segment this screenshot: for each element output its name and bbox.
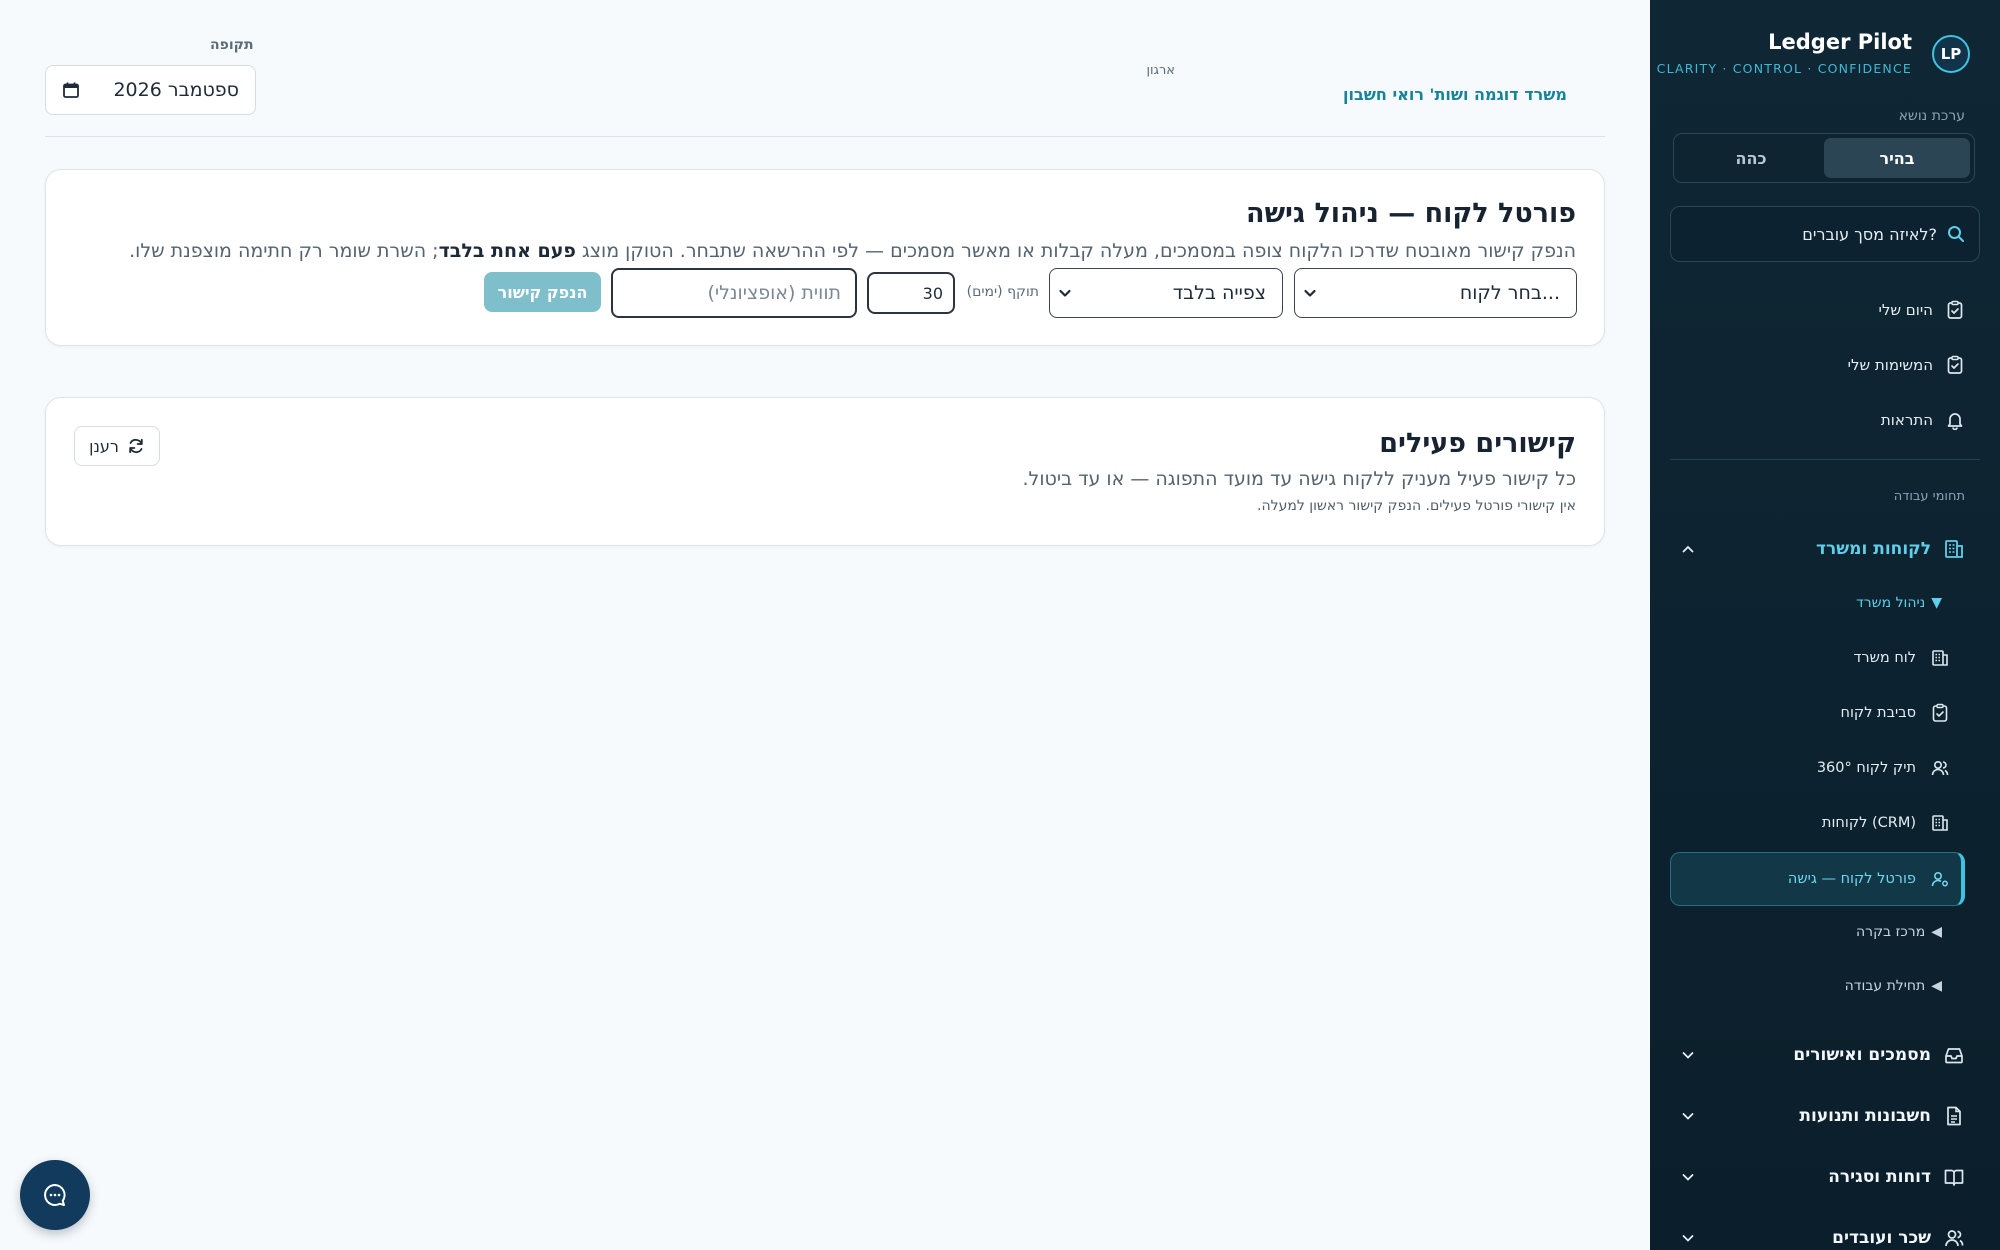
chevron-up-icon <box>1680 541 1696 557</box>
active-links-empty-state: אין קישורי פורטל פעילים. הנפק קישור ראשו… <box>1257 498 1576 514</box>
period-label: תקופה <box>210 37 254 53</box>
header-divider <box>45 136 1605 137</box>
nav-my-day[interactable]: היום שלי <box>1879 300 1965 320</box>
active-links-title: קישורים פעילים <box>1379 428 1576 459</box>
sidebar-divider <box>1670 459 1980 460</box>
chat-bubble-icon <box>42 1182 68 1208</box>
permission-select-value: צפייה בלבד <box>1172 282 1266 304</box>
org-label: ארגון <box>1146 63 1175 78</box>
portal-access-card: פורטל לקוח — ניהול גישה הנפק קישור מאובט… <box>45 169 1605 346</box>
chevron-down-icon <box>1680 1047 1696 1063</box>
group-accounts[interactable]: חשבונות ותנועות <box>1670 1101 1965 1131</box>
workspaces-label: תחומי עבודה <box>1893 489 1965 504</box>
search-icon <box>1947 225 1965 243</box>
group-payroll[interactable]: שכר ועובדים <box>1670 1223 1965 1250</box>
clipboard-check-icon <box>1930 703 1950 723</box>
group-label: שכר ועובדים <box>1832 1228 1931 1248</box>
chevron-down-icon <box>1680 1169 1696 1185</box>
nav-client-360[interactable]: תיק לקוח 360° <box>1817 758 1950 778</box>
nav-label: סביבת לקוח <box>1840 705 1916 721</box>
screen-search-input[interactable]: לאיזה מסך עוברים? <box>1670 206 1980 262</box>
group-clients-office[interactable]: לקוחות ומשרד <box>1670 534 1965 564</box>
theme-toggle: בהיר כהה <box>1673 133 1975 183</box>
group-label: מסמכים ואישורים <box>1793 1045 1931 1065</box>
theme-label: ערכת נושא <box>1898 108 1965 124</box>
group-documents[interactable]: מסמכים ואישורים <box>1670 1040 1965 1070</box>
group-reports[interactable]: דוחות וסגירה <box>1670 1162 1965 1192</box>
caret-down-icon: ▼ <box>1931 595 1942 611</box>
once-only-emphasis: פעם אחת בלבד <box>438 240 576 262</box>
refresh-label: רענן <box>89 436 119 456</box>
nav-label: המשימות שלי <box>1847 356 1933 374</box>
nav-label: תיק לקוח 360° <box>1816 760 1916 776</box>
main-content: ארגון משרד דוגמה ושות' רואי חשבון תקופה … <box>0 0 1650 1250</box>
nav-clients-crm[interactable]: לקוחות (CRM) <box>1822 813 1950 833</box>
nav-client-portal-access[interactable]: פורטל לקוח — גישה <box>1670 852 1965 906</box>
building-icon <box>1943 538 1965 560</box>
inbox-icon <box>1943 1044 1965 1066</box>
group-label: חשבונות ותנועות <box>1799 1106 1931 1126</box>
subsection-getting-started[interactable]: ◀ תחילת עבודה <box>1845 978 1942 994</box>
nav-notifications[interactable]: התראות <box>1881 410 1965 430</box>
book-open-icon <box>1943 1166 1965 1188</box>
active-links-description: כל קישור פעיל מעניק ללקוח גישה עד מועד ה… <box>1022 468 1577 490</box>
issue-link-button[interactable]: הנפק קישור <box>484 272 601 312</box>
nav-my-tasks[interactable]: המשימות שלי <box>1848 355 1965 375</box>
chevron-down-icon <box>1058 286 1072 300</box>
subsection-label: מרכז בקרה <box>1856 924 1926 940</box>
link-label-input[interactable]: תווית (אופציונלי) <box>611 268 857 318</box>
theme-option-dark[interactable]: כהה <box>1678 138 1824 178</box>
group-label: דוחות וסגירה <box>1828 1167 1931 1187</box>
client-select[interactable]: בחר לקוח... <box>1294 268 1577 318</box>
building-icon <box>1930 648 1950 668</box>
group-label: לקוחות ומשרד <box>1816 539 1931 559</box>
refresh-icon <box>127 437 145 455</box>
chevron-down-icon <box>1680 1108 1696 1124</box>
chevron-down-icon <box>1680 1230 1696 1246</box>
nav-label: לוח משרד <box>1853 650 1917 666</box>
nav-label: לקוחות (CRM) <box>1821 815 1916 831</box>
building-icon <box>1930 813 1950 833</box>
validity-days-label: תוקף (ימים) <box>966 284 1039 300</box>
nav-label: התראות <box>1880 411 1933 429</box>
sidebar: LP Ledger Pilot CLARITY · CONTROL · CONF… <box>1650 0 2000 1250</box>
file-text-icon <box>1943 1105 1965 1127</box>
brand-logo: LP <box>1932 35 1970 73</box>
nav-label: פורטל לקוח — גישה <box>1787 871 1916 887</box>
subsection-label: ניהול משרד <box>1856 595 1926 611</box>
calendar-icon <box>62 81 80 99</box>
subsection-control-center[interactable]: ◀ מרכז בקרה <box>1856 924 1942 940</box>
validity-days-input[interactable]: 30 <box>867 272 955 314</box>
brand[interactable]: LP Ledger Pilot CLARITY · CONTROL · CONF… <box>1657 30 1970 90</box>
screen-search-text: לאיזה מסך עוברים? <box>1802 224 1937 244</box>
brand-name: Ledger Pilot <box>1768 30 1912 54</box>
caret-left-icon: ◀ <box>1931 978 1942 994</box>
nav-office-board[interactable]: לוח משרד <box>1854 648 1951 668</box>
period-picker[interactable]: ספטמבר 2026 <box>45 65 256 115</box>
client-select-value: בחר לקוח... <box>1459 282 1560 304</box>
user-settings-icon <box>1930 869 1950 889</box>
users-icon <box>1943 1227 1965 1249</box>
refresh-button[interactable]: רענן <box>74 426 160 466</box>
nav-label: היום שלי <box>1878 301 1933 319</box>
theme-option-light[interactable]: בהיר <box>1824 138 1970 178</box>
active-links-card: קישורים פעילים כל קישור פעיל מעניק ללקוח… <box>45 397 1605 546</box>
users-icon <box>1930 758 1950 778</box>
permission-select[interactable]: צפייה בלבד <box>1049 268 1283 318</box>
nav-client-environment[interactable]: סביבת לקוח <box>1840 703 1950 723</box>
period-value: ספטמבר 2026 <box>113 79 239 101</box>
chat-button[interactable] <box>20 1160 90 1230</box>
portal-card-description: הנפק קישור מאובטח שדרכו הלקוח צופה במסמכ… <box>129 240 1576 262</box>
chevron-down-icon <box>1303 286 1317 300</box>
clipboard-check-icon <box>1945 355 1965 375</box>
subsection-office-management[interactable]: ▼ ניהול משרד <box>1856 595 1942 611</box>
subsection-label: תחילת עבודה <box>1844 978 1926 994</box>
clipboard-check-icon <box>1945 300 1965 320</box>
bell-icon <box>1945 410 1965 430</box>
brand-tagline: CLARITY · CONTROL · CONFIDENCE <box>1656 61 1912 76</box>
caret-left-icon: ◀ <box>1931 924 1942 940</box>
org-name[interactable]: משרד דוגמה ושות' רואי חשבון <box>1343 85 1567 104</box>
portal-card-title: פורטל לקוח — ניהול גישה <box>1246 198 1576 229</box>
